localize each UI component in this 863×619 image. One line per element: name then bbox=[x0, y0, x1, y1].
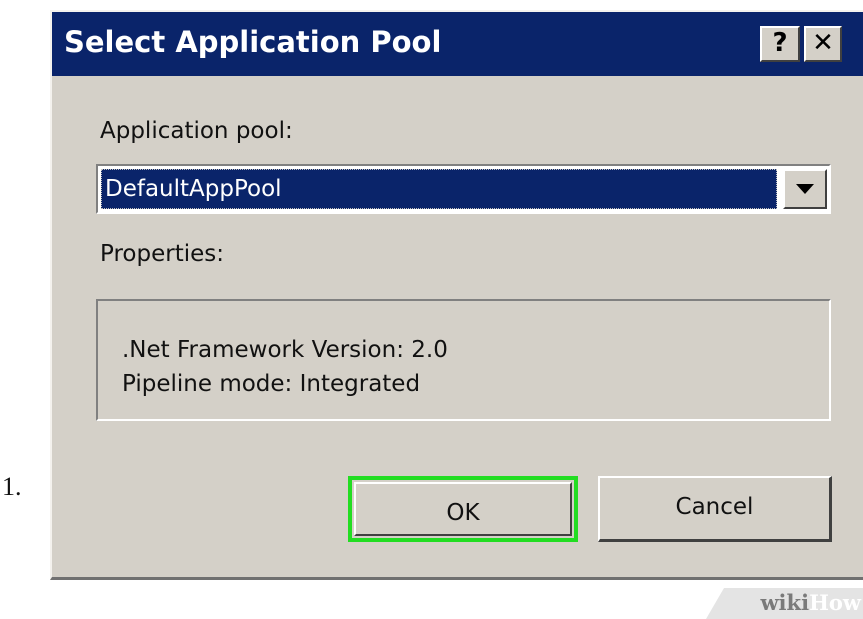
properties-label: Properties: bbox=[100, 241, 224, 267]
close-icon[interactable]: ✕ bbox=[804, 26, 842, 62]
help-icon[interactable]: ? bbox=[760, 26, 800, 62]
ok-button-label: OK bbox=[446, 500, 480, 526]
application-pool-selected-value[interactable]: DefaultAppPool bbox=[101, 169, 777, 209]
framework-version-text: .Net Framework Version: 2.0 bbox=[122, 337, 448, 363]
application-pool-select[interactable]: DefaultAppPool bbox=[96, 164, 831, 214]
ok-button-face[interactable]: OK bbox=[354, 482, 572, 536]
cancel-button-label: Cancel bbox=[675, 494, 754, 520]
title-bar[interactable]: Select Application Pool ? ✕ bbox=[52, 12, 863, 76]
watermark-text: wikiHow bbox=[760, 590, 861, 615]
dropdown-button[interactable] bbox=[783, 169, 827, 209]
properties-panel: .Net Framework Version: 2.0 Pipeline mod… bbox=[96, 299, 831, 421]
ok-button[interactable]: OK bbox=[348, 476, 578, 542]
dialog-title: Select Application Pool bbox=[64, 25, 442, 59]
step-number: 1. bbox=[2, 472, 22, 501]
pipeline-mode-text: Pipeline mode: Integrated bbox=[122, 371, 421, 397]
application-pool-label: Application pool: bbox=[100, 118, 293, 144]
chevron-down-icon bbox=[796, 184, 814, 194]
cancel-button[interactable]: Cancel bbox=[598, 476, 832, 542]
select-application-pool-dialog: Select Application Pool ? ✕ Application … bbox=[50, 10, 863, 580]
wikihow-watermark: wikiHow bbox=[706, 588, 863, 619]
